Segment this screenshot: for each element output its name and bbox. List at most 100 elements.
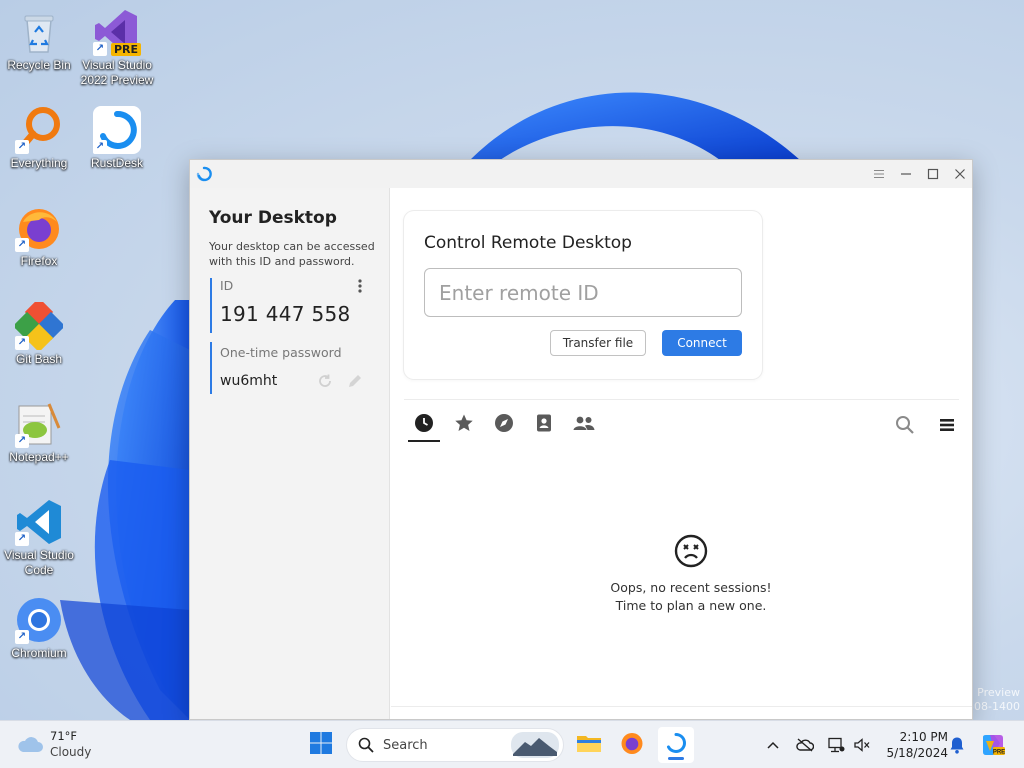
search-icon[interactable]: [889, 410, 921, 440]
desktop-icon-firefox[interactable]: ↗ Firefox: [0, 204, 78, 269]
weather-temperature: 71°F: [50, 729, 77, 743]
shortcut-arrow-icon: ↗: [15, 532, 29, 546]
desktop-icon-label: RustDesk: [90, 156, 143, 170]
menu-icon[interactable]: [865, 160, 892, 188]
firefox-icon: ↗: [15, 204, 63, 252]
panel-title: Your Desktop: [209, 208, 337, 228]
divider: [391, 706, 972, 707]
preview-badge: PRE: [110, 43, 141, 56]
tab-discovered[interactable]: [488, 410, 520, 440]
rustdesk-icon: [665, 732, 687, 758]
taskbar-search-box[interactable]: Search: [346, 728, 564, 762]
desktop-icon-rustdesk[interactable]: ↗ RustDesk: [78, 106, 156, 171]
rustdesk-icon: ↗: [93, 106, 141, 154]
divider: [404, 399, 959, 400]
transfer-file-button[interactable]: Transfer file: [550, 330, 646, 356]
connect-button[interactable]: Connect: [662, 330, 742, 356]
edit-icon[interactable]: [346, 372, 364, 390]
weather-description: Cloudy: [50, 745, 92, 759]
taskbar-rustdesk[interactable]: [658, 727, 694, 763]
empty-message: Oops, no recent sessions! Time to plan a…: [610, 580, 772, 613]
taskbar-clock[interactable]: 2:10 PM 5/18/2024: [878, 729, 948, 761]
remote-id-input[interactable]: [424, 268, 742, 317]
start-button[interactable]: [303, 727, 339, 763]
search-highlight-image: [511, 732, 559, 762]
compass-icon: [494, 413, 514, 437]
main-area: Control Remote Desktop Transfer file Con…: [391, 188, 972, 719]
network-icon[interactable]: [824, 721, 848, 768]
folder-icon: [576, 732, 602, 758]
desktop-icon-everything[interactable]: ↗ Everything: [0, 106, 78, 171]
desktop-icon-chromium[interactable]: ↗ Chromium: [0, 596, 78, 661]
address-book-icon: [534, 413, 554, 437]
desktop-icon-label: Notepad++: [9, 450, 69, 464]
rustdesk-icon: [196, 166, 212, 182]
shortcut-arrow-icon: ↗: [93, 42, 107, 56]
windows-preview-watermark: Preview 308-1400: [967, 686, 1020, 713]
desktop-icon-vscode[interactable]: ↗ Visual Studio Code: [0, 498, 78, 578]
tab-group[interactable]: [568, 410, 600, 440]
clock-time: 2:10 PM: [899, 730, 948, 744]
empty-state: Oops, no recent sessions! Time to plan a…: [591, 533, 791, 615]
taskbar: 71°F Cloudy Search 2:10 PM 5/18/2024 PRE: [0, 720, 1024, 768]
desktop-icon-label: Firefox: [20, 254, 58, 268]
desktop-icon-notepad-plus[interactable]: ↗ Notepad++: [0, 400, 78, 465]
taskbar-file-explorer[interactable]: [571, 727, 607, 763]
clock-icon: [414, 413, 434, 437]
search-placeholder: Search: [383, 738, 428, 753]
notepad-plus-icon: ↗: [15, 400, 63, 448]
volume-muted-icon[interactable]: [850, 721, 874, 768]
shortcut-arrow-icon: ↗: [15, 336, 29, 350]
close-icon[interactable]: [946, 160, 973, 188]
desktop-icon-label: Recycle Bin: [7, 58, 71, 72]
firefox-icon: [620, 731, 644, 759]
sad-face-icon: [673, 534, 709, 573]
desktop-icon-label: Everything: [10, 156, 68, 170]
vscode-icon: ↗: [15, 498, 63, 546]
desktop-icon-visual-studio[interactable]: PRE ↗ Visual Studio 2022 Preview: [78, 8, 156, 88]
recycle-bin-icon: [15, 8, 63, 56]
control-remote-card: Control Remote Desktop Transfer file Con…: [404, 211, 762, 379]
git-bash-icon: ↗: [12, 297, 66, 353]
list-view-icon[interactable]: [931, 410, 963, 440]
everything-search-icon: ↗: [15, 106, 63, 154]
desktop-icon-recycle-bin[interactable]: Recycle Bin: [0, 8, 78, 73]
cloud-icon: [16, 733, 44, 759]
running-indicator: [668, 757, 684, 760]
more-options-icon[interactable]: [355, 278, 365, 294]
tab-recent[interactable]: [408, 410, 440, 442]
password-value[interactable]: wu6mht: [220, 373, 277, 389]
desktop-icon-git-bash[interactable]: ↗ Git Bash: [0, 297, 78, 367]
desktop-icon-label: Visual Studio 2022 Preview: [80, 58, 154, 87]
password-section: One-time password wu6mht: [210, 342, 365, 394]
taskbar-firefox[interactable]: [614, 727, 650, 763]
id-value[interactable]: 191 447 558: [220, 302, 351, 326]
shortcut-arrow-icon: ↗: [15, 434, 29, 448]
minimize-icon[interactable]: [892, 160, 919, 188]
weather-widget[interactable]: 71°F Cloudy: [16, 727, 106, 763]
title-bar[interactable]: [190, 160, 972, 188]
desktop-icon-label: Chromium: [11, 646, 67, 660]
refresh-icon[interactable]: [316, 372, 334, 390]
copilot-icon[interactable]: PRE: [978, 721, 1008, 768]
panel-description: Your desktop can be accessed with this I…: [209, 240, 375, 268]
notification-bell-icon[interactable]: [946, 721, 968, 768]
shortcut-arrow-icon: ↗: [93, 140, 107, 154]
rustdesk-window: Your Desktop Your desktop can be accesse…: [189, 159, 973, 720]
group-icon: [572, 413, 596, 437]
id-section: ID 191 447 558: [210, 278, 365, 333]
chromium-icon: ↗: [15, 596, 63, 644]
search-icon: [358, 737, 374, 757]
your-desktop-panel: Your Desktop Your desktop can be accesse…: [190, 188, 390, 719]
maximize-icon[interactable]: [919, 160, 946, 188]
tab-favorites[interactable]: [448, 410, 480, 440]
chevron-up-icon[interactable]: [763, 721, 783, 768]
clock-date: 5/18/2024: [886, 746, 948, 760]
desktop-icon-label: Visual Studio Code: [4, 548, 74, 577]
desktop-icon-label: Git Bash: [15, 352, 63, 366]
windows-logo-icon: [309, 731, 333, 759]
cloud-offline-icon[interactable]: [793, 721, 817, 768]
shortcut-arrow-icon: ↗: [15, 238, 29, 252]
star-icon: [454, 413, 474, 437]
tab-address-book[interactable]: [528, 410, 560, 440]
